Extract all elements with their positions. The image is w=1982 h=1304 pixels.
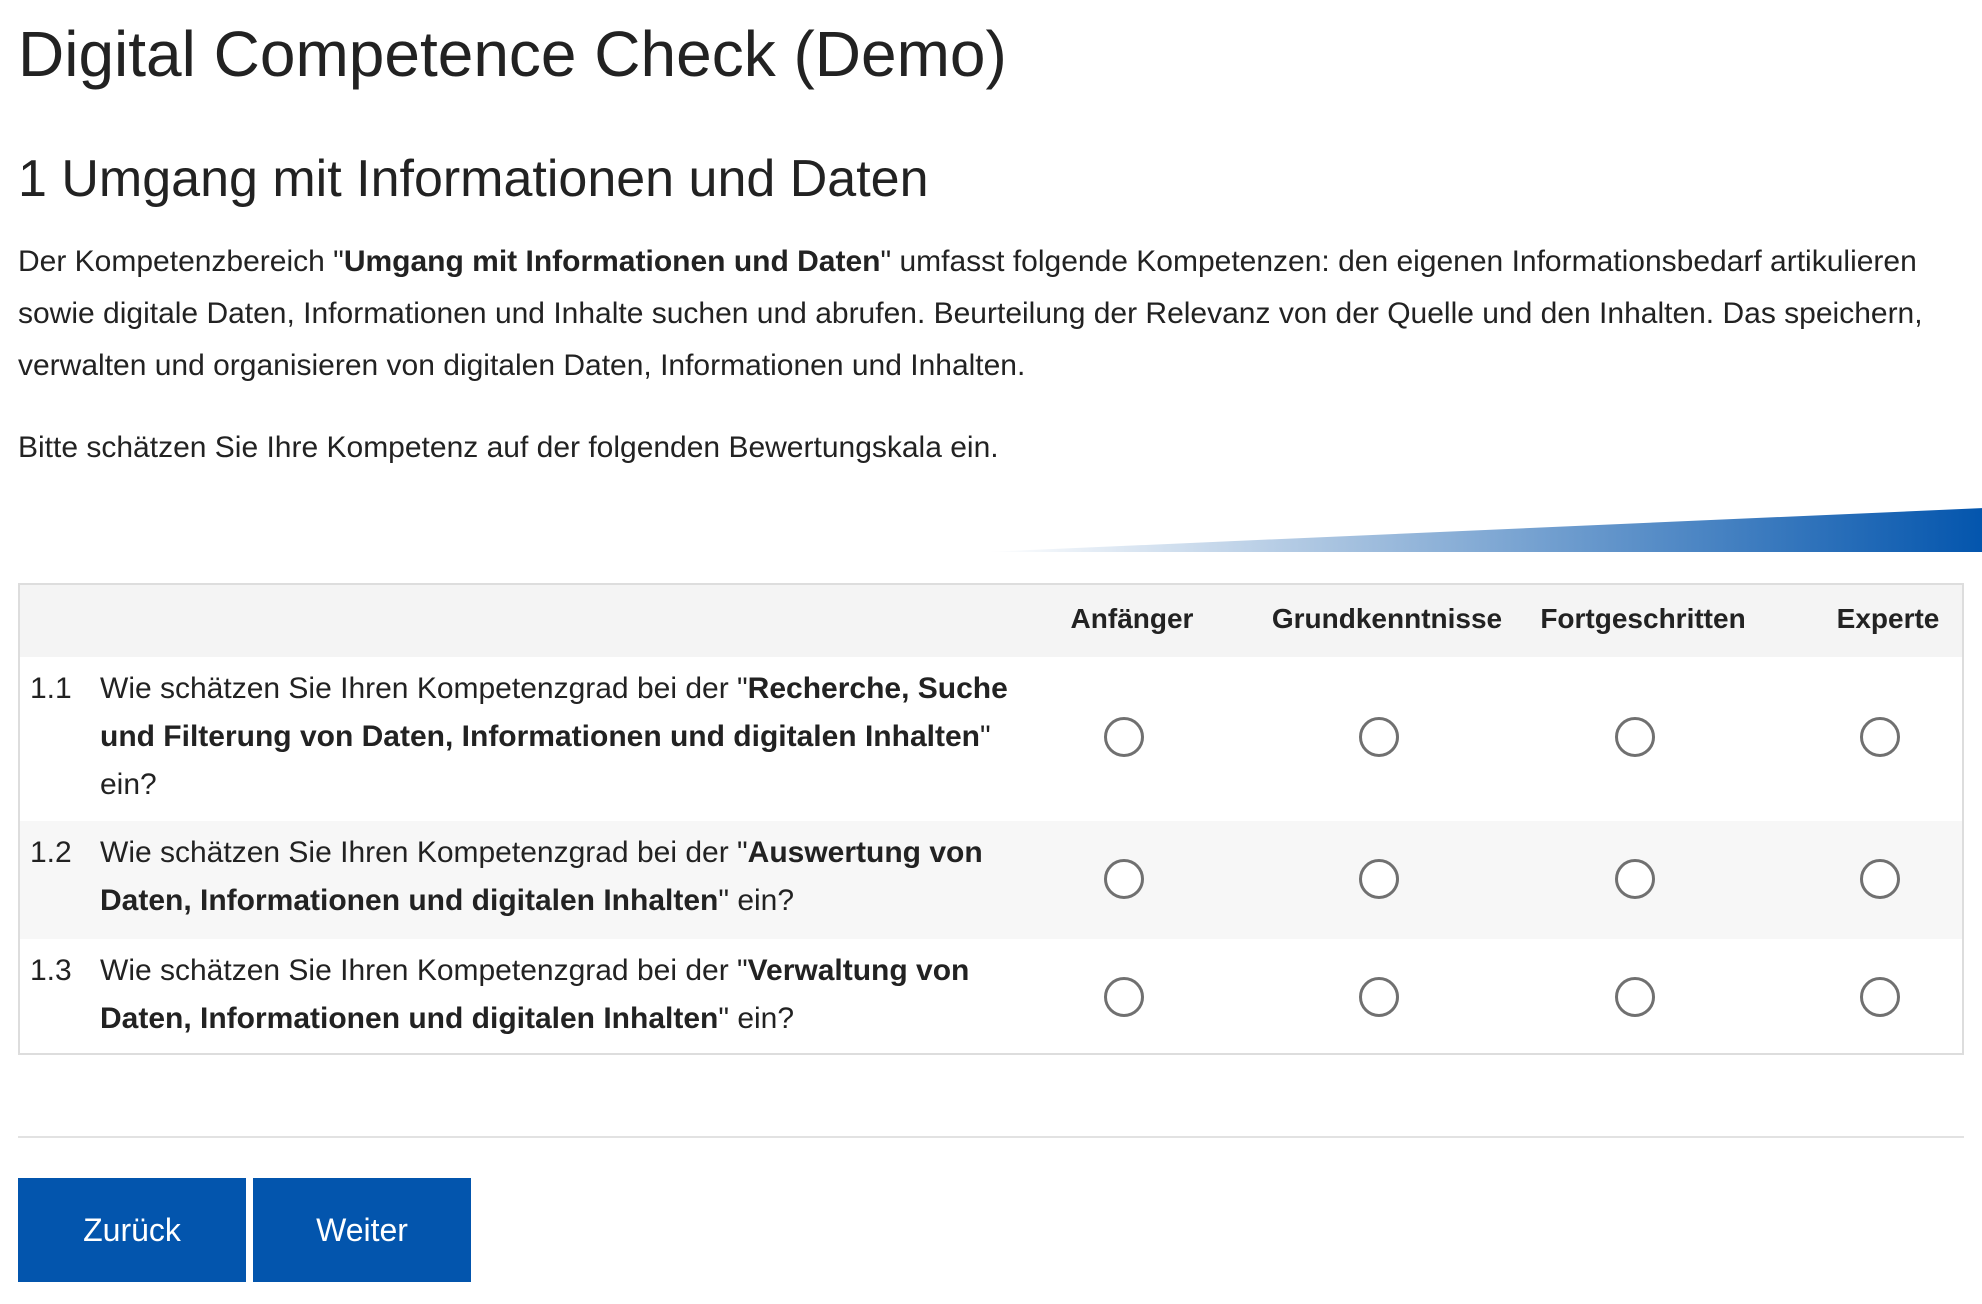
radio-grundkenntnisse[interactable] xyxy=(1359,977,1399,1017)
intro-text-bold: Umgang mit Informationen und Daten xyxy=(343,245,881,278)
intro-text-before: Der Kompetenzbereich " xyxy=(18,245,344,278)
table-header: Anfänger Grundkenntnisse Fortgeschritten… xyxy=(20,585,1962,657)
column-header-anfaenger: Anfänger xyxy=(1070,603,1194,634)
radio-experte[interactable] xyxy=(1860,717,1900,757)
column-header-grundkenntnisse: Grundkenntnisse xyxy=(1271,603,1503,634)
section-intro: Der Kompetenzbereich "Umgang mit Informa… xyxy=(18,236,1968,392)
app-title: Digital Competence Check (Demo) xyxy=(18,18,1007,90)
question-text: Wie schätzen Sie Ihren Kompetenzgrad bei… xyxy=(100,836,983,917)
question-row-1-3: 1.3 Wie schätzen Sie Ihren Kompetenzgrad… xyxy=(20,939,1962,1053)
rating-instruction: Bitte schätzen Sie Ihre Kompetenz auf de… xyxy=(18,431,999,464)
radio-experte[interactable] xyxy=(1860,859,1900,899)
radio-fortgeschritten[interactable] xyxy=(1615,977,1655,1017)
back-button[interactable]: Zurück xyxy=(18,1178,246,1282)
question-row-1-1: 1.1 Wie schätzen Sie Ihren Kompetenzgrad… xyxy=(20,657,1962,821)
question-number: 1.3 xyxy=(30,954,72,987)
radio-fortgeschritten[interactable] xyxy=(1615,859,1655,899)
scale-gradient-wedge xyxy=(986,508,1982,552)
question-text: Wie schätzen Sie Ihren Kompetenzgrad bei… xyxy=(100,954,970,1035)
question-number: 1.2 xyxy=(30,836,72,869)
rating-table: Anfänger Grundkenntnisse Fortgeschritten… xyxy=(18,583,1964,1055)
section-title: 1 Umgang mit Informationen und Daten xyxy=(18,150,929,208)
footer-divider xyxy=(18,1136,1964,1138)
radio-fortgeschritten[interactable] xyxy=(1615,717,1655,757)
radio-anfaenger[interactable] xyxy=(1104,977,1144,1017)
column-header-experte: Experte xyxy=(1836,603,1940,634)
radio-experte[interactable] xyxy=(1860,977,1900,1017)
next-button[interactable]: Weiter xyxy=(253,1178,471,1282)
radio-anfaenger[interactable] xyxy=(1104,717,1144,757)
radio-anfaenger[interactable] xyxy=(1104,859,1144,899)
radio-grundkenntnisse[interactable] xyxy=(1359,859,1399,899)
column-header-fortgeschritten: Fortgeschritten xyxy=(1540,603,1746,634)
radio-grundkenntnisse[interactable] xyxy=(1359,717,1399,757)
question-number: 1.1 xyxy=(30,672,72,705)
question-text: Wie schätzen Sie Ihren Kompetenzgrad bei… xyxy=(100,672,1008,801)
question-row-1-2: 1.2 Wie schätzen Sie Ihren Kompetenzgrad… xyxy=(20,821,1962,939)
